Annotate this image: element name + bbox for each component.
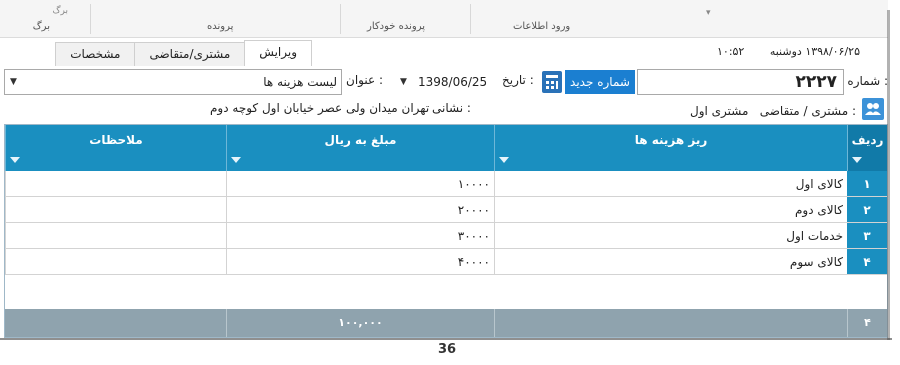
filter-icon[interactable] [10, 157, 20, 163]
row-number: ۴ [847, 249, 887, 275]
customer-group-icon[interactable] [862, 98, 884, 120]
item-cell[interactable]: خدمات اول [494, 223, 847, 249]
note-cell[interactable] [5, 197, 226, 223]
number-label: شماره : [847, 74, 888, 88]
page-number: 36 [438, 342, 457, 357]
ribbon-group-sheet-top: برگ [52, 6, 68, 16]
address-value: تهران میدان ولی عصر خیابان اول کوچه دوم [210, 101, 430, 115]
ribbon-group-sheet[interactable]: برگ [33, 21, 50, 32]
ribbon-separator [470, 4, 471, 34]
column-header-amount-label: مبلغ به ریال [324, 133, 397, 147]
filter-icon[interactable] [231, 157, 241, 163]
ribbon-group-auto-file[interactable]: پرونده خودکار [367, 21, 425, 32]
column-header-items[interactable]: ریز هزینه ها [494, 125, 847, 171]
ribbon-separator [90, 4, 91, 34]
footer-total-amount: ۱۰۰,۰۰۰ [226, 309, 494, 337]
table-footer: ۴ ۱۰۰,۰۰۰ [5, 309, 887, 337]
ribbon-bar: برگ برگ پرونده پرونده خودکار ورود اطلاعا… [0, 0, 888, 38]
title-value: لیست هزینه ها [263, 75, 337, 89]
item-cell[interactable]: کالای اول [494, 171, 847, 197]
filter-icon[interactable] [852, 157, 862, 163]
customer-value: مشتری اول [690, 104, 749, 118]
date-picker[interactable]: ▼ 1398/06/25 [396, 72, 496, 92]
amount-cell[interactable]: ۳۰۰۰۰ [226, 223, 494, 249]
chevron-down-icon[interactable]: ▼ [400, 72, 407, 92]
new-number-button[interactable]: شماره جدید [565, 70, 635, 94]
note-cell[interactable] [5, 223, 226, 249]
ribbon-dropdown-arrow-icon[interactable]: ▾ [706, 8, 711, 18]
tab-customer[interactable]: مشتری/متقاضی [134, 42, 246, 66]
date-time-display: ۱۳۹۸/۰۶/۲۵ دوشنبه ۱۰:۵۲ [717, 45, 860, 58]
item-cell[interactable]: کالای دوم [494, 197, 847, 223]
calculator-icon[interactable] [542, 71, 562, 93]
amount-cell[interactable]: ۴۰۰۰۰ [226, 249, 494, 275]
row-number: ۲ [847, 197, 887, 223]
date-label: تاریخ : [502, 73, 534, 87]
amount-cell[interactable]: ۲۰۰۰۰ [226, 197, 494, 223]
current-date: ۱۳۹۸/۰۶/۲۵ [805, 45, 860, 58]
page-footer: 36 [0, 340, 900, 365]
number-field[interactable]: ۲۲۲۷ [637, 69, 844, 95]
current-time: ۱۰:۵۲ [717, 45, 745, 58]
item-cell[interactable]: کالای سوم [494, 249, 847, 275]
note-cell[interactable] [5, 249, 226, 275]
ribbon-separator [340, 4, 341, 34]
current-day: دوشنبه [769, 45, 802, 58]
date-value: 1398/06/25 [418, 75, 488, 89]
row-number: ۳ [847, 223, 887, 249]
tab-details[interactable]: مشخصات [55, 42, 136, 66]
column-header-row-label: ردیف [851, 133, 884, 147]
column-header-notes[interactable]: ملاحظات [5, 125, 226, 171]
column-header-items-label: ریز هزینه ها [634, 133, 708, 147]
expenses-table: ردیف ریز هزینه ها مبلغ به ریال ملاحظات ۱… [4, 124, 888, 338]
tab-edit[interactable]: ویرایش [244, 40, 312, 66]
footer-row-count: ۴ [847, 309, 887, 337]
column-header-amount[interactable]: مبلغ به ریال [226, 125, 494, 171]
title-select[interactable]: ▼ لیست هزینه ها [4, 69, 342, 95]
ribbon-group-file[interactable]: پرونده [207, 21, 233, 32]
note-cell[interactable] [5, 171, 226, 197]
address-label: نشانی : [432, 101, 471, 115]
column-header-notes-label: ملاحظات [89, 133, 143, 147]
chevron-down-icon[interactable]: ▼ [10, 70, 17, 94]
footer-items [494, 309, 847, 337]
customer-label: مشتری / متقاضی : [759, 104, 856, 118]
title-label: عنوان : [346, 73, 383, 87]
torn-edge-shadow [887, 10, 890, 340]
footer-notes [5, 309, 226, 337]
row-number: ۱ [847, 171, 887, 197]
ribbon-group-data-entry[interactable]: ورود اطلاعات [513, 21, 570, 32]
filter-icon[interactable] [499, 157, 509, 163]
column-header-row[interactable]: ردیف [847, 125, 887, 171]
window: برگ برگ پرونده پرونده خودکار ورود اطلاعا… [0, 0, 900, 365]
amount-cell[interactable]: ۱۰۰۰۰ [226, 171, 494, 197]
tab-strip: ویرایش مشتری/متقاضی مشخصات [55, 40, 312, 66]
